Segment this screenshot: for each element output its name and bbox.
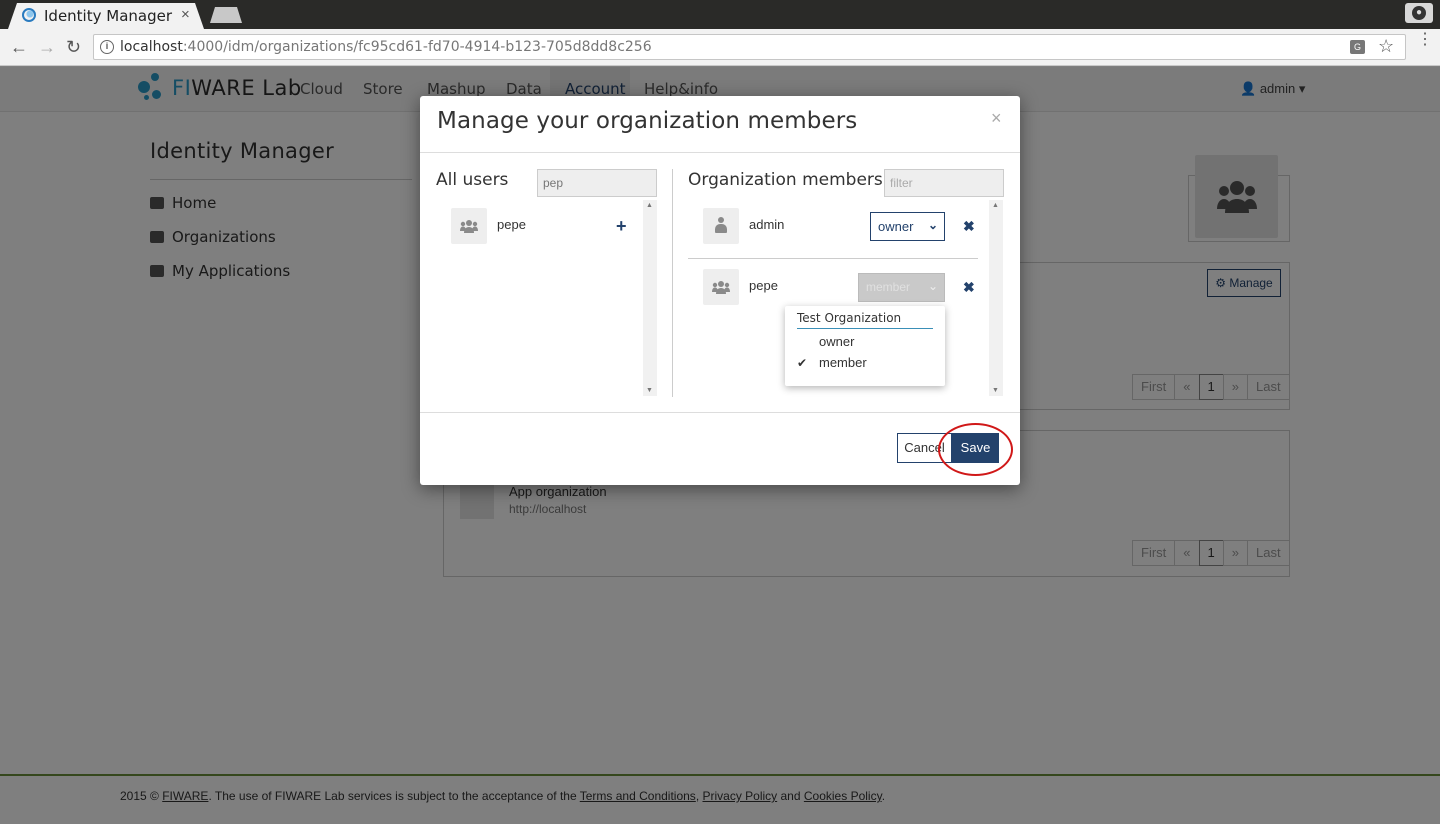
translate-icon[interactable]: G <box>1350 40 1365 54</box>
check-icon: ✔ <box>797 356 808 370</box>
modal-header-divider <box>420 152 1020 153</box>
user-icon <box>715 217 727 234</box>
scroll-down-icon[interactable]: ▼ <box>646 387 653 394</box>
column-divider <box>672 169 673 397</box>
dropdown-header: Test Organization <box>797 311 933 329</box>
role-select-open[interactable]: member ⌄ <box>858 273 945 302</box>
site-info-icon[interactable]: i <box>100 40 114 54</box>
profile-button[interactable]: ● <box>1405 3 1433 23</box>
role-option-member[interactable]: member <box>819 355 867 370</box>
members-filter-input[interactable] <box>884 169 1004 197</box>
user-name: pepe <box>497 217 526 232</box>
chevron-down-icon: ⌄ <box>927 279 938 293</box>
members-scrollbar[interactable]: ▲ ▼ <box>989 200 1003 396</box>
address-bar[interactable]: i localhost:4000/idm/organizations/fc95c… <box>93 34 1406 60</box>
avatar <box>703 269 739 305</box>
scroll-up-icon[interactable]: ▲ <box>646 202 653 209</box>
save-button[interactable]: Save <box>952 433 999 463</box>
add-member-button[interactable]: + <box>616 216 627 237</box>
manage-members-modal: Manage your organization members × All u… <box>420 96 1020 485</box>
modal-title: Manage your organization members <box>437 108 858 134</box>
scroll-up-icon[interactable]: ▲ <box>992 202 999 209</box>
role-option-owner[interactable]: owner <box>819 334 854 349</box>
chevron-down-icon: ⌄ <box>927 218 938 232</box>
member-divider <box>688 258 978 259</box>
address-url[interactable]: localhost:4000/idm/organizations/fc95cd6… <box>120 39 652 55</box>
remove-member-button[interactable]: ✖ <box>963 218 975 235</box>
browser-menu-icon[interactable]: ⋮ <box>1417 32 1433 48</box>
all-users-title: All users <box>436 170 509 190</box>
remove-member-button[interactable]: ✖ <box>963 279 975 296</box>
browser-tab-title: Identity Manager <box>44 7 173 25</box>
avatar <box>451 208 487 244</box>
profile-icon: ● <box>1412 6 1426 20</box>
avatar <box>703 208 739 244</box>
tab-close-icon[interactable]: × <box>181 6 190 23</box>
cancel-button[interactable]: Cancel <box>897 433 952 463</box>
site-favicon-icon <box>22 8 36 22</box>
all-users-scrollbar[interactable]: ▲ ▼ <box>643 200 657 396</box>
scroll-down-icon[interactable]: ▼ <box>992 387 999 394</box>
back-arrow-icon[interactable]: ← <box>10 37 28 57</box>
member-name: admin <box>749 217 785 232</box>
forward-arrow-icon[interactable]: → <box>38 37 56 57</box>
modal-footer-divider <box>420 412 1020 413</box>
all-users-filter-input[interactable] <box>537 169 657 197</box>
browser-toolbar: ← → ↻ i localhost:4000/idm/organizations… <box>0 29 1440 66</box>
bookmark-star-icon[interactable]: ☆ <box>1378 36 1394 57</box>
role-dropdown: Test Organization owner ✔ member <box>785 306 945 386</box>
member-name: pepe <box>749 278 778 293</box>
browser-tab-bar: Identity Manager × ● <box>0 0 1440 29</box>
group-icon <box>460 220 478 233</box>
reload-icon[interactable]: ↻ <box>66 37 81 57</box>
new-tab-button[interactable] <box>210 7 242 23</box>
close-icon[interactable]: × <box>991 108 1002 129</box>
group-icon <box>712 281 730 294</box>
organization-members-title: Organization members <box>688 170 883 190</box>
role-select[interactable]: owner ⌄ <box>870 212 945 241</box>
